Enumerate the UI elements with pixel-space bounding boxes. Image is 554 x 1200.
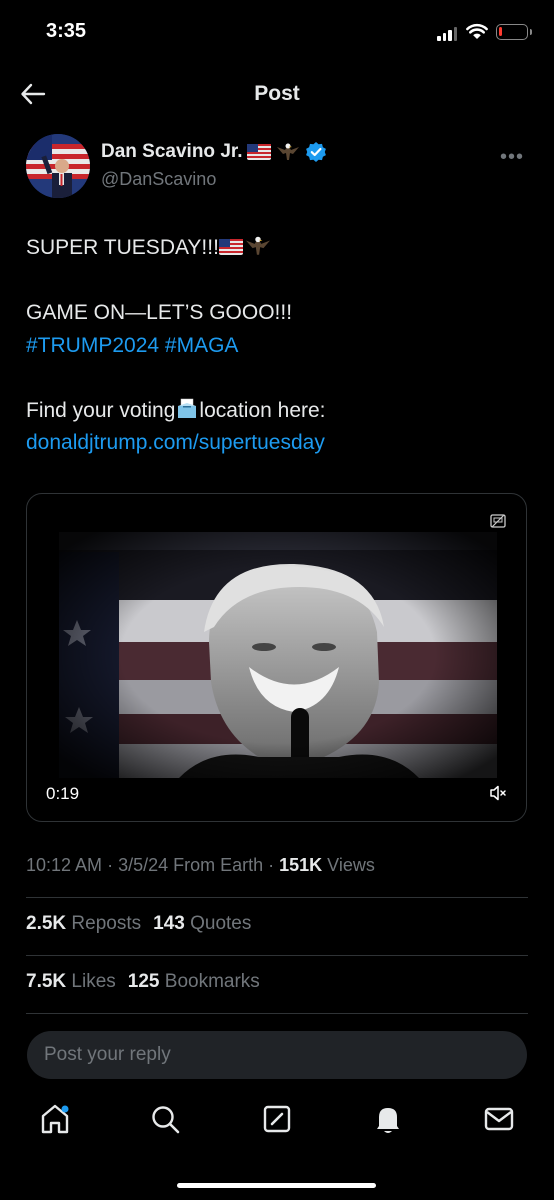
bookmarks-stat[interactable]: 125 Bookmarks [128, 971, 260, 992]
battery-icon [496, 24, 532, 40]
eagle-emoji-icon [245, 236, 270, 255]
likes-count: 7.5K [26, 971, 67, 992]
quotes-stat[interactable]: 143 Quotes [153, 913, 251, 934]
picture-in-picture-icon[interactable] [490, 514, 506, 528]
post-text-line-2: GAME ON—LET’S GOOO!!! [26, 301, 293, 324]
video-duration: 0:19 [46, 784, 80, 803]
post-location: From Earth [168, 855, 264, 875]
home-indicator[interactable] [177, 1183, 376, 1188]
repost-stats-row: 2.5K Reposts 143 Quotes [26, 913, 251, 935]
notifications-icon[interactable] [371, 1102, 405, 1136]
eagle-emoji-icon [276, 143, 299, 160]
video-thumbnail[interactable] [59, 532, 497, 778]
hashtag-link[interactable]: #MAGA [165, 334, 239, 357]
us-flag-emoji-icon [218, 239, 243, 255]
post-author[interactable]: Dan Scavino Jr. @DanScavino ••• [26, 134, 528, 204]
avatar[interactable] [26, 134, 90, 198]
more-options-icon[interactable]: ••• [500, 146, 524, 169]
search-icon[interactable] [148, 1102, 182, 1136]
ballot-box-emoji-icon [178, 398, 197, 418]
compose-icon[interactable] [260, 1102, 294, 1136]
reposts-stat[interactable]: 2.5K Reposts [26, 913, 141, 934]
us-flag-emoji-icon [246, 144, 271, 160]
views-count: 151K [279, 855, 323, 875]
cellular-signal-icon [437, 27, 457, 41]
status-bar: 3:35 [0, 0, 554, 66]
battery-level [499, 27, 502, 36]
post-text-line-4: Find your voting location here: [26, 395, 526, 428]
verified-badge-icon[interactable] [305, 141, 327, 163]
post-link[interactable]: donaldjtrump.com/supertuesday [26, 427, 526, 460]
messages-icon[interactable] [482, 1102, 516, 1136]
divider [26, 955, 528, 956]
post-text-fragment: Find your voting [26, 398, 176, 422]
reply-placeholder: Post your reply [44, 1044, 171, 1065]
separator: · [102, 855, 119, 875]
bookmarks-label: Bookmarks [164, 971, 260, 992]
home-icon[interactable] [38, 1102, 72, 1136]
quotes-label: Quotes [190, 913, 252, 934]
engagement-stats-row: 7.5K Likes 125 Bookmarks [26, 971, 260, 993]
status-time: 3:35 [46, 20, 87, 42]
post-text-fragment: location here: [199, 398, 326, 422]
page-title: Post [254, 82, 300, 105]
author-handle[interactable]: @DanScavino [101, 169, 216, 190]
post-metadata: 10:12 AM · 3/5/24 From Earth · 151K View… [26, 855, 375, 876]
post-text-line-1: SUPER TUESDAY!!! [26, 232, 526, 265]
author-display-name[interactable]: Dan Scavino Jr. [101, 141, 243, 163]
divider [26, 1013, 528, 1014]
nav-header: Post [0, 66, 554, 122]
likes-stat[interactable]: 7.5K Likes [26, 971, 116, 992]
divider [26, 897, 528, 898]
avatar-image [26, 134, 90, 198]
post-time: 10:12 AM [26, 855, 103, 875]
author-name-row[interactable]: Dan Scavino Jr. [101, 141, 327, 163]
post-text: SUPER TUESDAY!!! GAME ON—LET’S GOOO!!! #… [26, 232, 526, 460]
bottom-tab-bar [0, 1090, 554, 1160]
reposts-count: 2.5K [26, 913, 67, 934]
mute-icon[interactable] [488, 783, 508, 803]
post-date: 3/5/24 [118, 855, 169, 875]
separator: · [263, 855, 280, 875]
bookmarks-count: 125 [127, 971, 160, 992]
views-label: Views [322, 855, 375, 875]
hashtag-link[interactable]: #TRUMP2024 [26, 334, 159, 357]
wifi-icon [466, 23, 488, 39]
reply-input[interactable]: Post your reply [27, 1031, 527, 1079]
post-hashtags: #TRUMP2024 #MAGA [26, 330, 526, 363]
post-text-headline: SUPER TUESDAY!!! [26, 236, 219, 259]
video-player[interactable]: 0:19 [26, 493, 527, 822]
quotes-count: 143 [153, 913, 185, 934]
reposts-label: Reposts [71, 913, 142, 934]
likes-label: Likes [71, 971, 116, 992]
